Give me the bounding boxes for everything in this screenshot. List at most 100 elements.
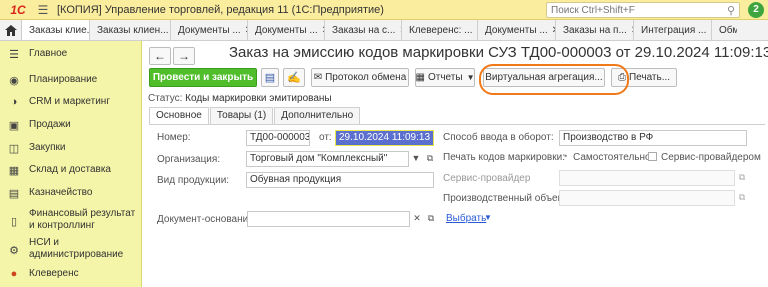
sidebar-item-treasury[interactable]: ▤ Казначейство	[0, 186, 142, 200]
sidebar-item-purchases[interactable]: ◫ Закупки	[0, 141, 142, 155]
sidebar-item-label: Закупки	[29, 142, 66, 153]
sidebar-item-label: Главное	[29, 48, 68, 59]
sidebar-item-crm[interactable]: ◑ CRM и маркетинг	[0, 95, 142, 109]
post-icon: ✍	[287, 72, 301, 84]
window-tab[interactable]: Документы ...✕	[171, 20, 248, 40]
open-icon[interactable]: ⧉	[735, 170, 749, 186]
settings-icon: ⚙	[9, 244, 19, 257]
button-label: Отчеты	[427, 72, 463, 83]
production-object-label: Производственный объект:	[443, 193, 570, 204]
window-title: [КОПИЯ] Управление торговлей, редакция 1…	[57, 3, 384, 16]
sidebar-item-label: НСИ и администрирование	[29, 237, 124, 260]
sidebar-item-main[interactable]: ☰ Главное	[0, 47, 142, 61]
treasury-icon: ▤	[8, 187, 20, 200]
clear-icon[interactable]: ✕	[410, 211, 424, 227]
open-icon[interactable]: ⧉	[423, 151, 437, 167]
tab-main[interactable]: Основное	[149, 107, 209, 124]
production-object-field[interactable]	[559, 190, 735, 206]
sidebar-item-label: Продажи	[29, 119, 71, 130]
sidebar-item-label: Клеверенс	[29, 268, 79, 279]
post-button[interactable]: ✍	[283, 68, 305, 87]
sections-sidebar: ☰ Главное ◉ Планирование ◑ CRM и маркети…	[0, 41, 142, 287]
purchases-icon: ◫	[8, 142, 20, 155]
window-tab[interactable]: Документы ...✕	[478, 20, 556, 40]
open-icon[interactable]: ⧉	[735, 190, 749, 206]
sidebar-item-warehouse[interactable]: ▦ Склад и доставка	[0, 163, 142, 177]
status-line: Статус: Коды маркировки эмитированы	[148, 93, 332, 104]
tab-additional[interactable]: Дополнительно	[274, 107, 361, 124]
organization-field[interactable]: Торговый дом "Комплексный"	[246, 151, 409, 167]
tab-label: Интеграция ...	[641, 24, 707, 36]
sidebar-item-admin[interactable]: ⚙ НСИ и администрирование	[0, 237, 142, 263]
search-input[interactable]	[551, 4, 701, 16]
radio-self-icon[interactable]: •	[564, 151, 567, 161]
tab-label: Документы ...	[485, 24, 548, 36]
status-label: Статус:	[148, 93, 183, 104]
service-provider-field[interactable]	[559, 170, 735, 186]
document-form: ← → Заказ на эмиссию кодов маркировки СУ…	[143, 41, 768, 287]
select-link[interactable]: Выбрать	[446, 213, 486, 224]
window-tab[interactable]: Заказы клиен...✕	[90, 20, 171, 40]
sidebar-item-planning[interactable]: ◉ Планирование	[0, 73, 142, 87]
1c-logo: 1С	[10, 2, 26, 17]
protocol-icon: ✉	[313, 72, 323, 83]
tab-label: Документы ...	[178, 24, 241, 36]
sidebar-item-label: Планирование	[29, 74, 98, 85]
window-tab[interactable]: Заказы на с...✕	[325, 20, 402, 40]
back-button[interactable]: ←	[149, 47, 171, 65]
warehouse-icon: ▦	[8, 164, 20, 177]
sidebar-item-sales[interactable]: ▣ Продажи	[0, 118, 142, 132]
window-tab[interactable]: Заказы клие...✕	[22, 20, 90, 40]
dropdown-icon[interactable]: ▼	[409, 151, 423, 167]
product-type-field[interactable]: Обувная продукция	[246, 172, 434, 188]
sidebar-item-label: Казначейство	[29, 187, 93, 198]
window-tab[interactable]: Обм	[712, 20, 737, 40]
tab-label: Заказы на п...	[563, 24, 627, 36]
input-method-label: Способ ввода в оборот:	[443, 132, 554, 143]
sidebar-item-label: Склад и доставка	[29, 164, 111, 175]
tab-label: Заказы на с...	[332, 24, 396, 36]
save-button[interactable]: ▤	[261, 68, 279, 87]
button-label: Печать...	[628, 72, 671, 83]
global-search[interactable]: ⚲	[546, 2, 740, 18]
home-icon[interactable]	[0, 20, 22, 40]
chevron-down-icon: ▼	[466, 73, 475, 82]
menu-icon: ☰	[9, 48, 19, 61]
form-tabs: Основное Товары (1) Дополнительно	[149, 107, 361, 124]
print-provider-checkbox[interactable]	[648, 152, 657, 161]
save-icon: ▤	[264, 72, 276, 84]
reports-dropdown[interactable]: ▦ Отчеты ▼	[415, 68, 475, 87]
print-self-option[interactable]: Самостоятельно	[573, 152, 651, 163]
window-tab[interactable]: Клеверенс: ...✕	[402, 20, 478, 40]
window-tab[interactable]: Документы ...✕	[248, 20, 325, 40]
base-document-field[interactable]	[247, 211, 410, 227]
window-tab[interactable]: Интеграция ...✕	[634, 20, 712, 40]
post-and-close-button[interactable]: Провести и закрыть	[149, 68, 257, 87]
date-label: от:	[319, 132, 332, 143]
tab-goods[interactable]: Товары (1)	[209, 107, 274, 124]
cleverence-icon: ●	[10, 268, 18, 280]
date-field[interactable]: 29.10.2024 11:09:13	[335, 130, 434, 146]
sidebar-item-finance[interactable]: ▯ Финансовый результат и контроллинг	[0, 208, 142, 234]
crm-icon: ◑	[10, 96, 18, 108]
print-provider-option[interactable]: Сервис-провайдером	[661, 152, 761, 163]
sidebar-item-cleverence[interactable]: ● Клеверенс	[0, 267, 142, 281]
hamburger-menu-icon[interactable]: ☰	[35, 2, 51, 18]
base-document-label: Документ-основание:	[157, 214, 257, 225]
notification-badge[interactable]: 2	[748, 2, 764, 18]
title-bar: 1С ☰ [КОПИЯ] Управление торговлей, редак…	[0, 0, 768, 20]
button-label: Протокол обмена	[325, 72, 407, 83]
input-method-field[interactable]: Производство в РФ	[559, 130, 747, 146]
status-value: Коды маркировки эмитированы	[185, 93, 332, 104]
window-tab[interactable]: Заказы на п...✕	[556, 20, 634, 40]
chevron-down-icon[interactable]: ▼	[484, 213, 492, 222]
forward-button[interactable]: →	[173, 47, 195, 65]
service-provider-label: Сервис-провайдер	[443, 173, 531, 184]
number-field[interactable]: ТД00-000003	[246, 130, 310, 146]
open-icon[interactable]: ⧉	[424, 211, 438, 227]
exchange-protocol-button[interactable]: ✉ Протокол обмена	[311, 68, 409, 87]
sales-icon: ▣	[8, 119, 20, 132]
search-icon[interactable]: ⚲	[727, 4, 735, 17]
tab-label: Заказы клие...	[29, 24, 90, 36]
planning-icon: ◉	[9, 74, 19, 87]
